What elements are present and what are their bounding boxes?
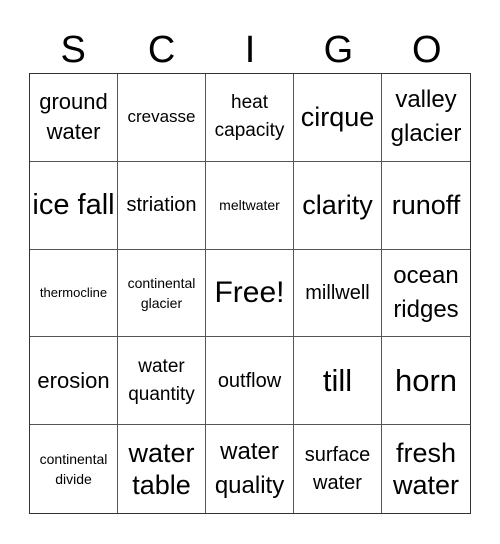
header-letter: G	[323, 29, 354, 71]
bingo-cell[interactable]: runoff	[382, 162, 470, 250]
bingo-cell[interactable]: water quantity	[118, 337, 206, 426]
bingo-cell[interactable]: meltwater	[206, 161, 294, 250]
cell-label: continental divide	[39, 451, 108, 488]
header-letter: I	[244, 29, 256, 71]
cell-label: striation	[126, 194, 197, 217]
cell-label: continental glacier	[127, 274, 196, 311]
header-letter: S	[60, 29, 86, 71]
cell-label: water quantity	[128, 355, 195, 405]
cell-label: horn	[394, 362, 458, 398]
bingo-header: S C I G O	[29, 28, 471, 72]
bingo-board: ground water crevasse heat capacity cirq…	[29, 73, 471, 514]
header-letter: O	[412, 29, 442, 71]
bingo-cell[interactable]: till	[294, 337, 382, 426]
bingo-cell[interactable]: surface water	[294, 425, 382, 513]
bingo-cell[interactable]: thermocline	[30, 249, 118, 338]
cell-label: till	[322, 362, 353, 398]
cell-label: thermocline	[39, 284, 108, 300]
cell-label: outflow	[217, 369, 282, 392]
cell-label: ocean ridges	[393, 261, 459, 323]
bingo-cell[interactable]: valley glacier	[382, 74, 470, 162]
bingo-cell[interactable]: striation	[118, 161, 206, 250]
header-letter: C	[147, 29, 176, 71]
cell-label: clarity	[302, 190, 373, 221]
bingo-cell[interactable]: clarity	[294, 161, 382, 250]
cell-label: meltwater	[219, 197, 280, 214]
bingo-cell[interactable]: continental divide	[30, 425, 118, 513]
bingo-cell[interactable]: crevasse	[118, 74, 206, 162]
cell-label: fresh water	[392, 438, 460, 501]
bingo-cell[interactable]: heat capacity	[206, 74, 294, 162]
cell-label: water table	[128, 438, 195, 501]
cell-label: erosion	[37, 367, 110, 393]
cell-label: ice fall	[32, 189, 115, 222]
cell-label: valley glacier	[390, 86, 462, 148]
bingo-cell[interactable]: ground water	[30, 74, 118, 162]
cell-label: millwell	[305, 281, 370, 304]
bingo-cell[interactable]: ice fall	[30, 161, 118, 250]
cell-label: surface water	[304, 444, 371, 495]
cell-label: heat capacity	[214, 92, 285, 142]
bingo-cell[interactable]: water quality	[206, 425, 294, 513]
cell-label: cirque	[300, 102, 375, 133]
bingo-cell[interactable]: fresh water	[382, 425, 470, 513]
cell-label: runoff	[391, 190, 461, 221]
bingo-cell[interactable]: cirque	[294, 74, 382, 162]
cell-label: ground water	[39, 89, 108, 145]
bingo-cell[interactable]: water table	[118, 425, 206, 513]
bingo-cell[interactable]: horn	[382, 337, 470, 426]
bingo-cell[interactable]: outflow	[206, 337, 294, 426]
cell-label: Free!	[214, 275, 285, 309]
free-space[interactable]: Free!	[206, 249, 294, 338]
bingo-cell[interactable]: erosion	[30, 337, 118, 426]
cell-label: water quality	[214, 438, 285, 500]
bingo-cell[interactable]: millwell	[294, 249, 382, 338]
cell-label: crevasse	[127, 107, 196, 127]
bingo-cell[interactable]: continental glacier	[118, 249, 206, 338]
bingo-cell[interactable]: ocean ridges	[382, 250, 470, 338]
